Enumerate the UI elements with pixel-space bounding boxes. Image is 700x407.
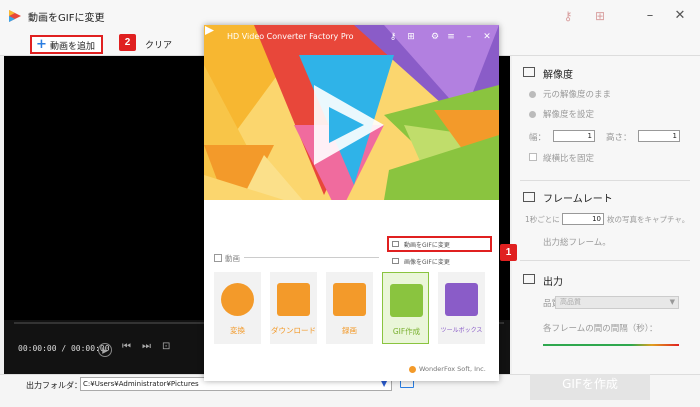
app-logo-icon — [9, 10, 21, 22]
hero-banner: HD Video Converter Factory Pro ⚷ ⊞ ⚙ ≡ –… — [204, 25, 499, 235]
add-video-label: 動画を追加 — [50, 42, 96, 52]
fix-ratio-label: 縦横比を固定 — [543, 154, 595, 164]
wonderfox-logo-icon — [409, 366, 416, 373]
hero-graphic — [204, 25, 499, 235]
popup-footer: WonderFox Soft, Inc. — [419, 365, 486, 373]
next-frame-icon[interactable]: ⏭ — [142, 340, 151, 354]
close-icon[interactable]: ✕ — [480, 30, 494, 44]
width-label: 幅： — [529, 133, 547, 143]
tile-convert[interactable]: 変換 — [214, 272, 261, 344]
image-icon — [390, 284, 423, 317]
height-label: 高さ： — [606, 133, 632, 143]
tile-convert-label: 変換 — [230, 326, 245, 335]
tile-gif-maker-label: GIF作成 — [392, 327, 421, 336]
output-icon — [523, 274, 535, 284]
video-section-label: 動画 — [225, 254, 240, 263]
film-icon — [221, 283, 254, 316]
output-folder-label: 出力フォルダ： — [26, 381, 82, 390]
minimize-button[interactable]: – — [640, 6, 660, 26]
download-icon — [277, 283, 310, 316]
frame-interval-label: 各フレームの間の間隔（秒）： — [543, 324, 658, 334]
toolbox-icon — [445, 283, 478, 316]
minimize-icon[interactable]: – — [462, 30, 476, 44]
keep-original-radio[interactable] — [529, 91, 536, 98]
prev-frame-icon[interactable]: ⏮ — [122, 340, 131, 354]
output-title: 出力 — [543, 277, 563, 288]
frames-per-second-input[interactable]: 10 — [562, 213, 604, 225]
chevron-down-icon: ▼ — [669, 298, 675, 306]
play-icon[interactable]: ▶ — [98, 343, 112, 357]
close-button[interactable]: ✕ — [670, 6, 690, 26]
step-badge-1: 1 — [500, 244, 517, 261]
keep-original-label: 元の解像度のまま — [543, 90, 612, 100]
screen-record-icon — [333, 283, 366, 316]
quality-value: 高品質 — [560, 298, 581, 306]
height-input[interactable]: 1 — [638, 130, 680, 142]
resolution-title: 解像度 — [543, 70, 573, 81]
tile-toolbox-label: ツールボックス — [440, 327, 483, 334]
tile-gif-maker[interactable]: GIF作成 — [382, 272, 429, 344]
time-display: 00:00:00 / 00:00:00 — [18, 344, 110, 353]
per-second-prefix: 1秒ごとに — [525, 215, 560, 224]
tile-toolbox[interactable]: ツールボックス — [438, 272, 485, 344]
image-gif-icon — [392, 258, 399, 264]
video-section-icon — [214, 254, 222, 262]
menu-image-to-gif[interactable]: 画像をGIFに変更 — [404, 257, 450, 266]
tile-download-label: ダウンロード — [271, 326, 316, 335]
output-frames-label: 出力総フレーム。 — [543, 238, 611, 248]
key-icon[interactable]: ⚷ — [386, 30, 400, 44]
per-second-suffix: 枚の写真をキャプチャ。 — [607, 215, 690, 224]
section-divider — [244, 257, 379, 258]
set-resolution-label: 解像度を設定 — [543, 110, 595, 120]
set-resolution-radio[interactable] — [529, 111, 536, 118]
framerate-icon — [523, 192, 535, 202]
snapshot-icon[interactable]: ⊡ — [162, 340, 170, 354]
plus-icon: + — [36, 37, 47, 52]
frame-interval-slider[interactable] — [543, 344, 679, 346]
clear-button[interactable]: クリア — [145, 38, 172, 51]
menu-highlight — [387, 236, 492, 252]
cart-icon[interactable]: ⊞ — [590, 6, 610, 26]
width-input[interactable]: 1 — [553, 130, 595, 142]
divider — [520, 260, 690, 261]
divider — [520, 180, 690, 181]
tile-record-label: 録画 — [342, 326, 357, 335]
add-video-button[interactable]: + 動画を追加 — [30, 35, 103, 54]
resolution-icon — [523, 67, 535, 77]
popup-title: HD Video Converter Factory Pro — [227, 32, 354, 41]
cart-icon[interactable]: ⊞ — [404, 30, 418, 44]
quality-select[interactable]: 高品質 ▼ — [555, 296, 679, 309]
key-icon[interactable]: ⚷ — [558, 6, 578, 26]
step-badge-2: 2 — [119, 34, 136, 51]
window-title: 動画をGIFに変更 — [28, 13, 105, 24]
tile-record[interactable]: 録画 — [326, 272, 373, 344]
fix-ratio-checkbox[interactable] — [529, 153, 537, 161]
launcher-popup: HD Video Converter Factory Pro ⚷ ⊞ ⚙ ≡ –… — [204, 25, 499, 381]
gear-icon[interactable]: ⚙ — [428, 30, 442, 44]
tile-download[interactable]: ダウンロード — [270, 272, 317, 344]
menu-icon[interactable]: ≡ — [444, 30, 458, 44]
popup-logo-icon — [205, 26, 214, 35]
framerate-title: フレームレート — [543, 194, 613, 205]
